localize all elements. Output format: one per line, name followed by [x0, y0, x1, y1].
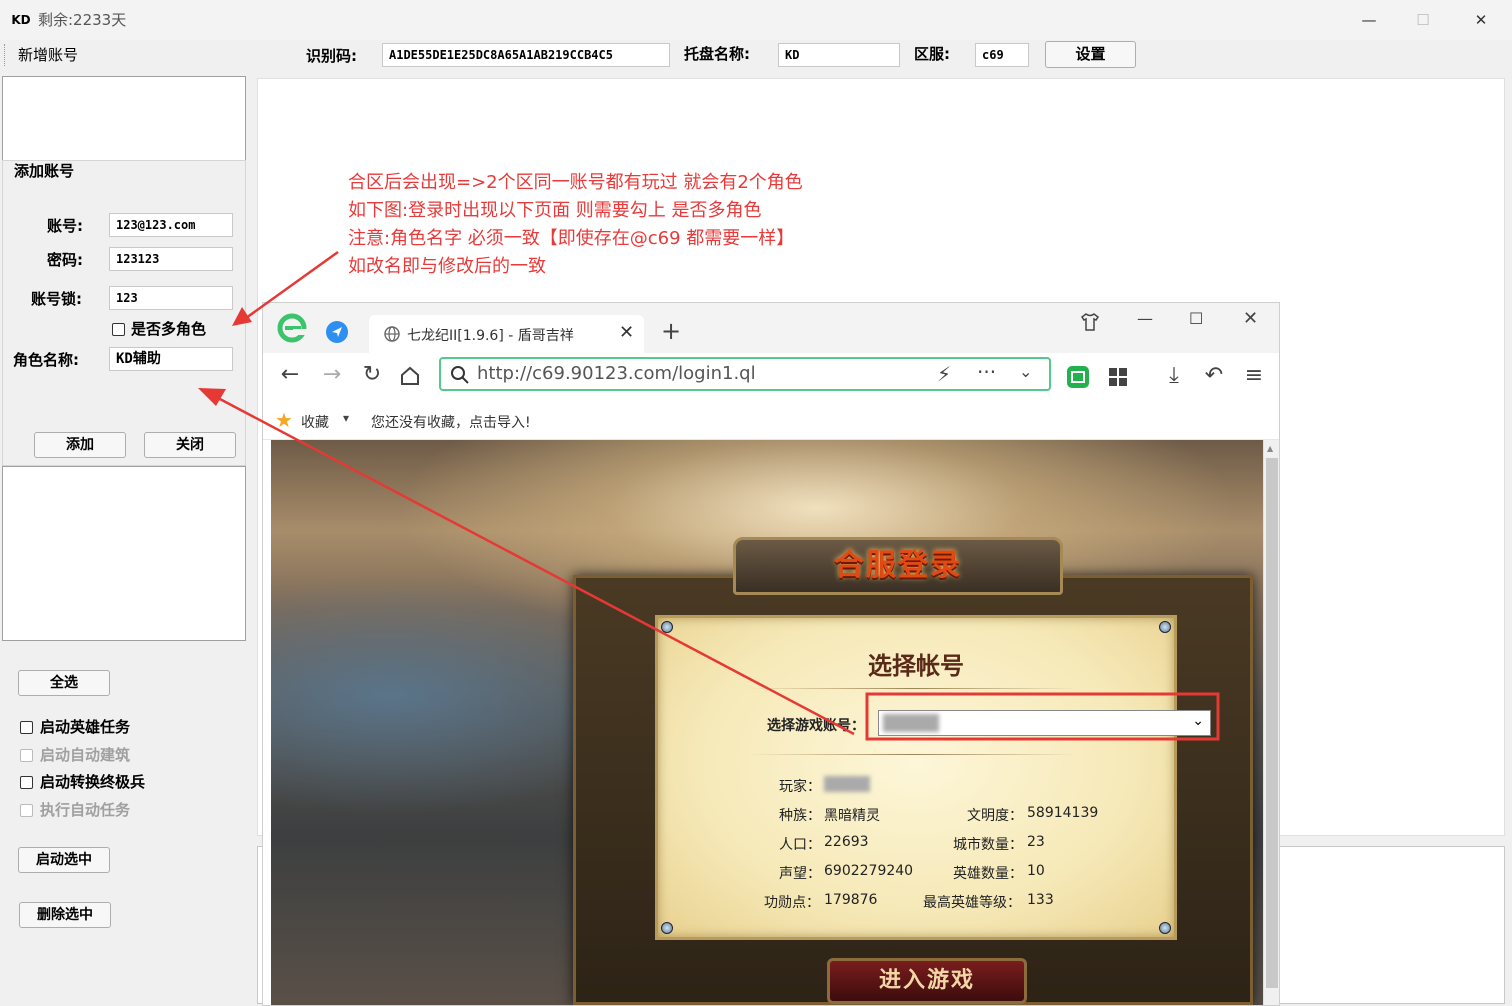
arrow-to-checkbox: [245, 250, 339, 320]
arrow-to-role-name: [217, 396, 855, 736]
annotation-overlay: [198, 250, 1220, 741]
arrow-head-role-name: [198, 388, 226, 406]
highlight-box: [865, 692, 1220, 741]
